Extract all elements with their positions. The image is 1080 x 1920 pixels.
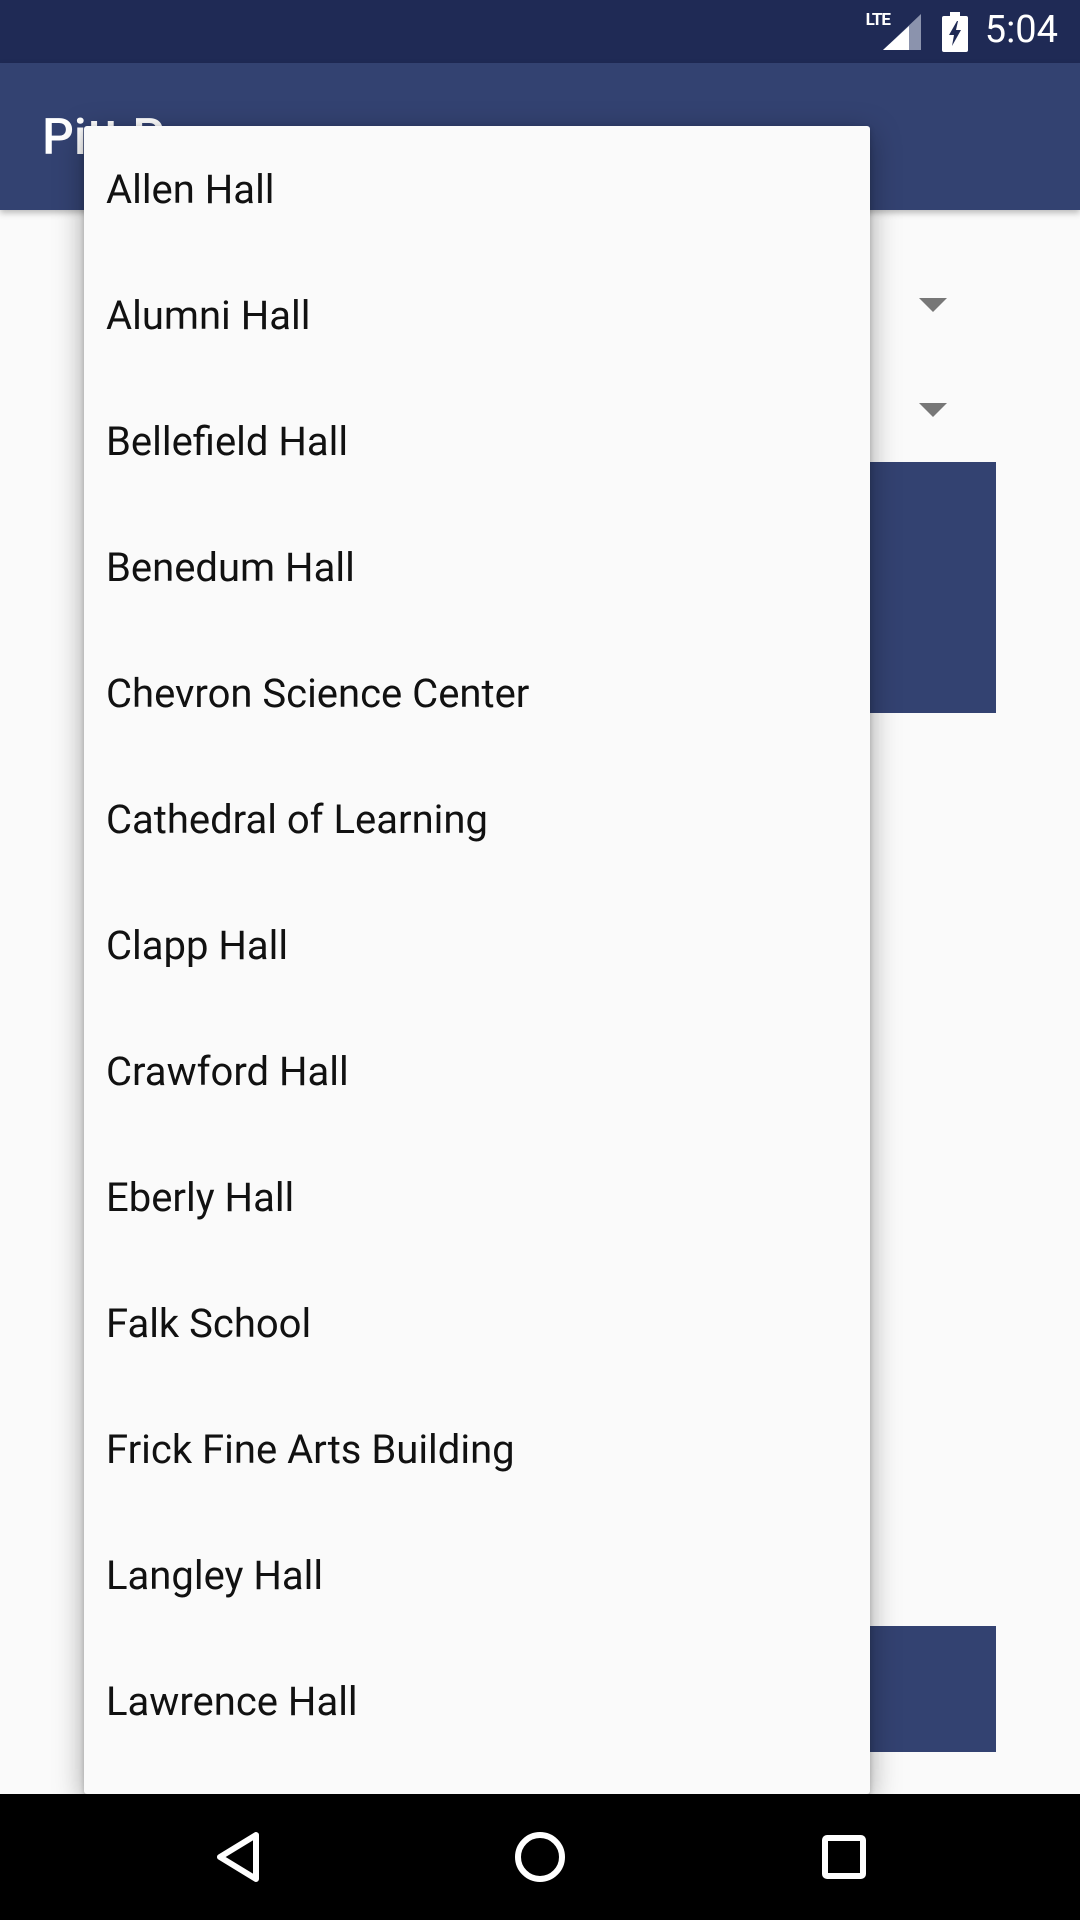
spinner-dropdown-arrow-icon[interactable] xyxy=(919,298,947,312)
dropdown-item[interactable]: Chevron Science Center xyxy=(84,630,870,756)
dropdown-item[interactable]: Clapp Hall xyxy=(84,882,870,1008)
status-bar: LTE 5:04 xyxy=(0,0,1080,63)
recent-apps-icon xyxy=(822,1835,866,1879)
dropdown-item[interactable]: Frick Fine Arts Building xyxy=(84,1386,870,1512)
dropdown-item[interactable]: Alumni Hall xyxy=(84,252,870,378)
recent-apps-button[interactable] xyxy=(799,1814,889,1900)
back-button[interactable] xyxy=(193,1814,283,1900)
dropdown-item[interactable]: Benedum Hall xyxy=(84,504,870,630)
building-dropdown-list[interactable]: Allen Hall Alumni Hall Bellefield Hall B… xyxy=(84,126,870,1794)
dropdown-item[interactable]: Bellefield Hall xyxy=(84,378,870,504)
battery-charging-icon xyxy=(942,12,968,52)
dropdown-item[interactable]: Eberly Hall xyxy=(84,1134,870,1260)
signal-icon xyxy=(883,14,921,50)
home-icon xyxy=(515,1832,565,1882)
dropdown-item[interactable]: Falk School xyxy=(84,1260,870,1386)
dropdown-item[interactable]: Lawrence Hall xyxy=(84,1638,870,1764)
spinner-dropdown-arrow-icon[interactable] xyxy=(919,403,947,417)
dropdown-item[interactable]: Crawford Hall xyxy=(84,1008,870,1134)
home-button[interactable] xyxy=(495,1814,585,1900)
navigation-bar xyxy=(0,1794,1080,1920)
status-time: 5:04 xyxy=(984,8,1058,52)
back-icon xyxy=(217,1832,259,1882)
dropdown-item[interactable]: Langley Hall xyxy=(84,1512,870,1638)
dropdown-item[interactable]: Allen Hall xyxy=(84,126,870,252)
dropdown-item[interactable]: Cathedral of Learning xyxy=(84,756,870,882)
